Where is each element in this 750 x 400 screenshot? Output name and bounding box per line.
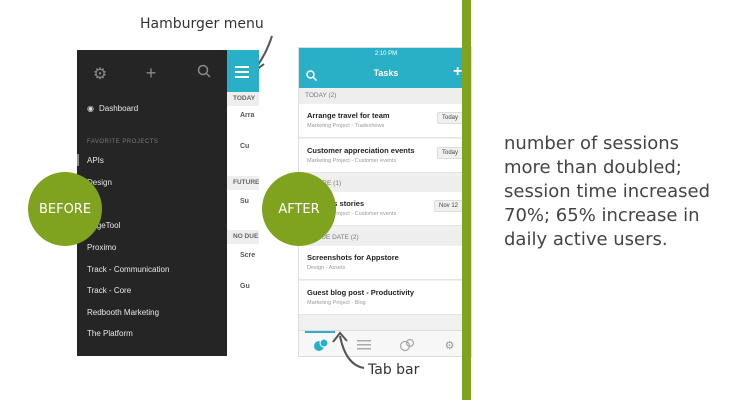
task-title: Guest blog post - Productivity bbox=[307, 288, 415, 297]
tabbar-arrow bbox=[332, 331, 365, 369]
task-subtitle: Marketing Project - Tradeshows bbox=[307, 123, 385, 129]
strip-task-row[interactable]: Scre bbox=[240, 252, 255, 259]
hamburger-menu-annotation: Hamburger menu bbox=[140, 16, 264, 32]
notifications-tab-icon[interactable] bbox=[385, 331, 428, 356]
section-count: (2) bbox=[350, 234, 359, 241]
before-screen: ⚙ + ◉ Dashboard FAVORITE PROJECTS APIs D… bbox=[77, 50, 259, 356]
add-task-icon[interactable]: + bbox=[453, 63, 462, 81]
status-bar: 2:10 PM bbox=[299, 48, 471, 60]
task-due-badge: Today bbox=[436, 112, 463, 124]
sidebar-item[interactable]: Track - Communication bbox=[87, 265, 169, 274]
task-row[interactable]: Customer appreciation events Marketing P… bbox=[299, 139, 471, 173]
sidebar-item[interactable]: Track - Core bbox=[87, 286, 131, 295]
task-due-badge: Nov 12 bbox=[433, 200, 463, 212]
nav-bar: Tasks + bbox=[299, 60, 471, 88]
task-title: Arrange travel for team bbox=[307, 111, 390, 120]
section-count: (2) bbox=[328, 92, 337, 99]
sidebar-item-dashboard[interactable]: Dashboard bbox=[99, 104, 138, 113]
search-icon[interactable] bbox=[194, 64, 214, 83]
sidebar-section-header: FAVORITE PROJECTS bbox=[87, 139, 159, 145]
task-title: Customer appreciation events bbox=[307, 146, 415, 155]
task-row[interactable]: Arrange travel for team Marketing Projec… bbox=[299, 104, 471, 138]
before-topbar bbox=[227, 50, 259, 92]
task-title: Screenshots for Appstore bbox=[307, 253, 399, 262]
active-item-marker bbox=[77, 154, 79, 166]
page-title: Tasks bbox=[373, 68, 399, 78]
hamburger-menu-icon[interactable] bbox=[235, 65, 249, 83]
dashboard-icon: ◉ bbox=[87, 104, 94, 113]
task-due-badge: Today bbox=[436, 147, 463, 159]
strip-task-row[interactable]: Gu bbox=[240, 283, 250, 290]
section-header-today: TODAY (2) bbox=[299, 89, 471, 103]
sidebar-item[interactable]: APIs bbox=[87, 156, 104, 165]
sidebar-item[interactable]: Proximo bbox=[87, 243, 116, 252]
section-count: (1) bbox=[333, 180, 342, 187]
strip-task-row[interactable]: Su bbox=[240, 198, 249, 205]
green-divider bbox=[462, 0, 471, 400]
section-title: TODAY bbox=[305, 92, 327, 99]
task-subtitle: Marketing Project - Customer events bbox=[307, 158, 397, 164]
strip-section-header: TODAY bbox=[227, 92, 259, 106]
plus-icon[interactable]: + bbox=[141, 63, 161, 84]
task-row[interactable]: Guest blog post - Productivity Marketing… bbox=[299, 281, 471, 315]
tab-bar-annotation: Tab bar bbox=[368, 362, 420, 378]
before-task-strip: TODAY Arra Cu FUTURE Su NO DUE DATE Scre… bbox=[227, 50, 259, 356]
after-label: AFTER bbox=[262, 172, 336, 246]
strip-section-header: FUTURE bbox=[227, 176, 259, 190]
strip-task-row[interactable]: Arra bbox=[240, 112, 254, 119]
before-label: BEFORE bbox=[28, 172, 102, 246]
strip-task-row[interactable]: Cu bbox=[240, 143, 249, 150]
sidebar-item[interactable]: The Platform bbox=[87, 329, 133, 338]
task-subtitle: Marketing Project - Blog bbox=[307, 300, 366, 306]
sidebar-item[interactable]: Redbooth Marketing bbox=[87, 308, 159, 317]
task-subtitle: Design - Assets bbox=[307, 265, 346, 271]
strip-section-header: NO DUE DATE bbox=[227, 230, 259, 244]
task-row[interactable]: Screenshots for Appstore Design - Assets bbox=[299, 246, 471, 280]
gear-icon[interactable]: ⚙ bbox=[90, 64, 110, 84]
result-summary: number of sessions more than doubled; se… bbox=[504, 133, 711, 250]
tab-bar: ⚙ bbox=[299, 330, 471, 356]
